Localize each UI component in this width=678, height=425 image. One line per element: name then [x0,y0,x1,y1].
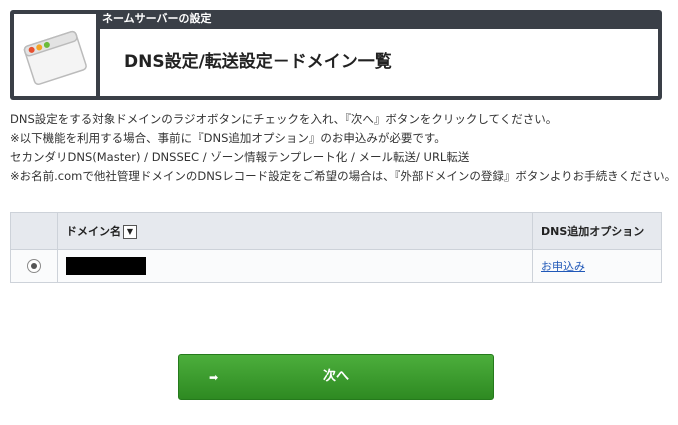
apply-option-link[interactable]: お申込み [541,260,585,273]
next-button[interactable]: ➡ 次へ [178,354,494,400]
select-column-header [10,212,58,250]
dns-option-column-header: DNS追加オプション [532,212,662,250]
next-button-label: 次へ [322,369,349,384]
option-cell: お申込み [532,249,662,283]
header-title-panel: DNS設定/転送設定－ドメイン一覧 [100,29,658,96]
instruction-line: DNS設定をする対象ドメインのラジオボタンにチェックを入れ、『次へ』ボタンをクリ… [10,112,558,126]
domain-radio-button[interactable] [27,259,41,273]
header-icon-box [14,14,96,96]
instructions: DNS設定をする対象ドメインのラジオボタンにチェックを入れ、『次へ』ボタンをクリ… [10,110,670,186]
instruction-line: ※お名前.comで他社管理ドメインのDNSレコード設定をご希望の場合は、『外部ド… [10,169,670,183]
sort-down-icon[interactable]: ▼ [123,225,137,239]
table-row: お申込み [10,249,662,283]
instruction-line: ※以下機能を利用する場合、事前に『DNS追加オプション』のお申込みが必要です。 [10,131,446,145]
domain-column-header: ドメイン名 ▼ [57,212,533,250]
redacted-domain-name [66,257,146,275]
table-header-row: ドメイン名 ▼ DNS追加オプション [10,212,662,250]
radio-cell [10,249,58,283]
domain-table: ドメイン名 ▼ DNS追加オプション お申込み [10,212,662,283]
domain-column-label: ドメイン名 [66,225,121,238]
page-header: ネームサーバーの設定 DNS設定/転送設定－ドメイン一覧 [10,10,662,100]
header-subtitle: ネームサーバーの設定 [102,12,212,25]
domain-cell [57,249,533,283]
instruction-line: セカンダリDNS(Master) / DNSSEC / ゾーン情報テンプレート化… [10,150,470,164]
browser-window-icon [23,30,87,86]
page-title: DNS設定/転送設定－ドメイン一覧 [124,52,392,72]
